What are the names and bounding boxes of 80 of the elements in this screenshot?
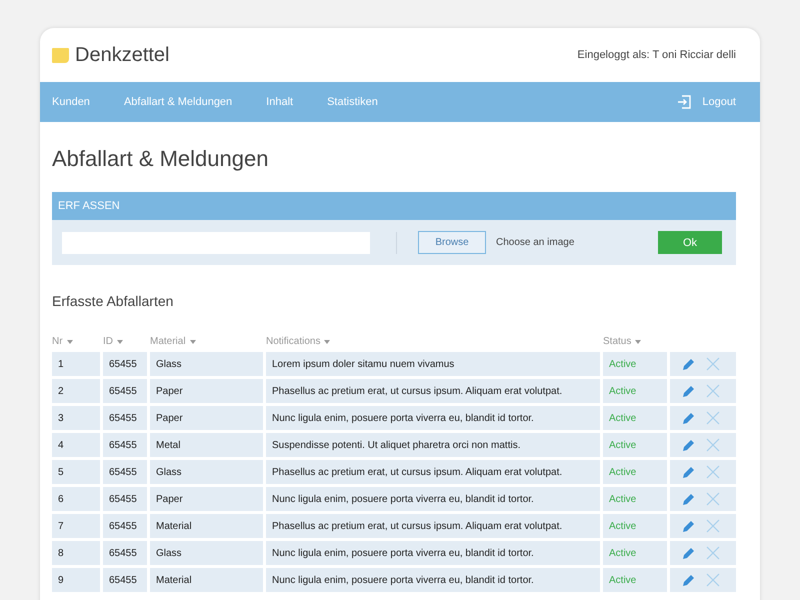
nav-item[interactable]: Abfallart & Meldungen bbox=[124, 96, 232, 108]
table-cell: Glass bbox=[150, 352, 263, 376]
table-cell: Nunc ligula enim, posuere porta viverra eu, blandit id tortor. bbox=[266, 406, 600, 430]
column-header[interactable]: ID bbox=[103, 336, 113, 347]
table-cell: 65455 bbox=[103, 460, 147, 484]
pencil-icon[interactable] bbox=[682, 438, 696, 452]
table-cell: 2 bbox=[52, 379, 100, 403]
browse-button[interactable]: Browse bbox=[418, 231, 486, 254]
table-cell: 65455 bbox=[103, 568, 147, 592]
status-cell: Active bbox=[603, 352, 667, 376]
input-field[interactable] bbox=[62, 232, 370, 254]
table-cell: Nunc ligula enim, posuere porta viverra eu, blandit id tortor. bbox=[266, 541, 600, 565]
table-cell: 9 bbox=[52, 568, 100, 592]
column-header[interactable]: Notifications bbox=[266, 336, 320, 347]
column-header[interactable]: Material bbox=[150, 336, 186, 347]
pencil-icon[interactable] bbox=[682, 384, 696, 398]
table-cell: Material bbox=[150, 568, 263, 592]
nav-item[interactable]: Kunden bbox=[52, 96, 90, 108]
table-cell: Paper bbox=[150, 406, 263, 430]
table-cell: Nunc ligula enim, posuere porta viverra eu, blandit id tortor. bbox=[266, 568, 600, 592]
table-cell: Phasellus ac pretium erat, ut cursus ipsum. Aliquam erat volutpat. bbox=[266, 379, 600, 403]
table-cell: Glass bbox=[150, 541, 263, 565]
logged-in-user: Eingeloggt als: T oni Ricciar delli bbox=[577, 49, 736, 61]
status-cell: Active bbox=[603, 379, 667, 403]
table-cell: Nunc ligula enim, posuere porta viverra eu, blandit id tortor. bbox=[266, 487, 600, 511]
table-cell: 65455 bbox=[103, 379, 147, 403]
pencil-icon[interactable] bbox=[682, 411, 696, 425]
table-cell: 3 bbox=[52, 406, 100, 430]
status-cell: Active bbox=[603, 406, 667, 430]
pencil-icon[interactable] bbox=[682, 546, 696, 560]
table-cell: Phasellus ac pretium erat, ut cursus ipsum. Aliquam erat volutpat. bbox=[266, 460, 600, 484]
logout-button[interactable]: Logout bbox=[677, 95, 736, 109]
section-title: Erfasste Abfallarten bbox=[52, 293, 174, 309]
table-cell: 1 bbox=[52, 352, 100, 376]
status-cell: Active bbox=[603, 460, 667, 484]
table-cell: 65455 bbox=[103, 433, 147, 457]
table-cell: Glass bbox=[150, 460, 263, 484]
table-cell: Suspendisse potenti. Ut aliquet pharetra orci non mattis. bbox=[266, 433, 600, 457]
table-cell: 65455 bbox=[103, 541, 147, 565]
table-cell: Material bbox=[150, 514, 263, 538]
sort-caret-icon[interactable] bbox=[635, 340, 642, 344]
note-icon bbox=[52, 48, 69, 62]
app-logo: Denkzettel bbox=[75, 44, 170, 66]
nav-item[interactable]: Statistiken bbox=[327, 96, 378, 108]
table-cell: Metal bbox=[150, 433, 263, 457]
table-cell: Phasellus ac pretium erat, ut cursus ipsum. Aliquam erat volutpat. bbox=[266, 514, 600, 538]
status-cell: Active bbox=[603, 487, 667, 511]
logout-icon bbox=[677, 95, 692, 109]
pencil-icon[interactable] bbox=[682, 492, 696, 506]
pencil-icon[interactable] bbox=[682, 519, 696, 533]
table-cell: 6 bbox=[52, 487, 100, 511]
table-cell: 8 bbox=[52, 541, 100, 565]
sort-caret-icon[interactable] bbox=[66, 340, 73, 344]
table-cell: 65455 bbox=[103, 352, 147, 376]
status-cell: Active bbox=[603, 541, 667, 565]
sort-caret-icon[interactable] bbox=[117, 340, 123, 344]
table-cell: 4 bbox=[52, 433, 100, 457]
table-cell: 7 bbox=[52, 514, 100, 538]
pencil-icon[interactable] bbox=[682, 465, 696, 479]
table-cell: Paper bbox=[150, 487, 263, 511]
table-cell: Lorem ipsum doler sitamu nuem vivamus bbox=[266, 352, 600, 376]
table-cell: 65455 bbox=[103, 487, 147, 511]
table-cell: 65455 bbox=[103, 406, 147, 430]
ok-button[interactable]: Ok bbox=[658, 231, 722, 254]
status-cell: Active bbox=[603, 568, 667, 592]
pencil-icon[interactable] bbox=[682, 357, 696, 371]
page-title: Abfallart & Meldungen bbox=[52, 146, 270, 172]
status-cell: Active bbox=[603, 433, 667, 457]
column-header[interactable]: Status bbox=[603, 336, 632, 347]
table-cell: 5 bbox=[52, 460, 100, 484]
table-cell: 65455 bbox=[103, 514, 147, 538]
pencil-icon[interactable] bbox=[682, 573, 696, 587]
sort-caret-icon[interactable] bbox=[324, 340, 330, 344]
nav-item[interactable]: Inhalt bbox=[266, 96, 294, 108]
column-header[interactable]: Nr bbox=[52, 336, 63, 347]
status-cell: Active bbox=[603, 514, 667, 538]
file-hint: Choose an image bbox=[496, 237, 574, 248]
sort-caret-icon[interactable] bbox=[190, 340, 196, 344]
panel-title: ERF ASSEN bbox=[52, 192, 736, 220]
table-cell: Paper bbox=[150, 379, 263, 403]
